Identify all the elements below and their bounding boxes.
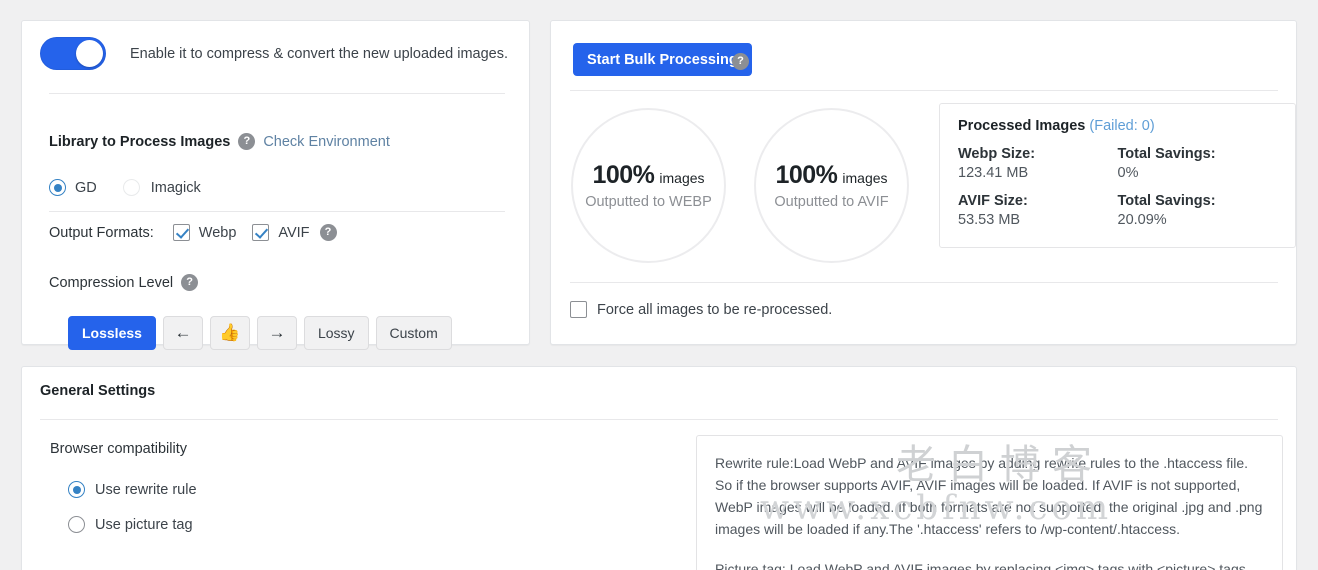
checkbox-webp-label: Webp — [198, 224, 237, 241]
stat-avif-savings-value: 20.09% — [1117, 212, 1167, 228]
library-divider — [49, 211, 505, 212]
rewrite-rule-option[interactable]: Use rewrite rule — [68, 481, 197, 498]
stat-avif-size-key: AVIF Size: — [958, 193, 1028, 209]
stat-avif-size-value: 53.53 MB — [958, 212, 1021, 228]
auto-convert-card: Enable it to compress & convert the new … — [21, 20, 530, 350]
picture-tag-option[interactable]: Use picture tag — [68, 516, 193, 533]
radio-imagick[interactable] — [122, 179, 140, 196]
page-root: Enable it to compress & convert the new … — [0, 0, 1318, 570]
stats-title: Processed Images — [958, 118, 1086, 134]
checkbox-webp[interactable] — [172, 224, 190, 241]
info-picture-tag: Picture tag: Load WebP and AVIF images b… — [715, 561, 1250, 570]
check-environment-link[interactable]: Check Environment — [263, 134, 390, 150]
auto-convert-label: Enable it to compress & convert the new … — [130, 45, 509, 62]
browser-compatibility-title: Browser compatibility — [50, 441, 187, 457]
stat-webp-size-key: Webp Size: — [958, 146, 1036, 162]
bulk-divider-bottom — [570, 282, 1278, 283]
stats-grid: Webp Size: Total Savings: 123.41 MB 0% A… — [958, 146, 1277, 237]
avif-percent: 100% — [775, 161, 838, 189]
browser-compatibility-info: Rewrite rule:Load WebP and AVIF images b… — [696, 435, 1283, 570]
library-help-icon[interactable]: ? — [238, 133, 256, 150]
auto-convert-toggle[interactable] — [40, 37, 106, 70]
radio-use-picture-tag-label: Use picture tag — [95, 516, 193, 533]
arrow-left-icon[interactable]: ← — [162, 316, 203, 350]
stats-failed-count: (Failed: 0) — [1089, 118, 1155, 134]
radio-use-rewrite-rule[interactable] — [68, 481, 85, 498]
webp-caption: Outputted to WEBP — [585, 194, 712, 210]
bulk-help-icon[interactable]: ? — [732, 53, 749, 70]
toggle-knob — [76, 40, 103, 67]
compression-heading-row: Compression Level ? — [49, 274, 199, 291]
compression-button-group: Lossless ← 👍 → Lossy Custom — [68, 316, 452, 350]
progress-donut-avif: 100% images Outputted to AVIF — [754, 108, 909, 263]
checkbox-avif[interactable] — [252, 224, 270, 241]
card-divider — [49, 93, 505, 94]
general-divider — [40, 419, 1278, 420]
library-radio-group: GD Imagick — [49, 179, 201, 196]
thumbs-up-icon[interactable]: 👍 — [209, 316, 250, 350]
bulk-divider-top — [570, 90, 1278, 91]
auto-convert-toggle-row: Enable it to compress & convert the new … — [40, 37, 508, 70]
radio-gd-label: GD — [75, 179, 97, 196]
radio-gd[interactable] — [49, 179, 66, 196]
stat-avif-savings-key: Total Savings: — [1117, 193, 1216, 209]
processed-images-stats: Processed Images (Failed: 0) Webp Size: … — [939, 103, 1296, 248]
compression-help-icon[interactable]: ? — [181, 274, 199, 291]
compression-title: Compression Level — [49, 274, 174, 291]
general-settings-card: General Settings Browser compatibility U… — [21, 366, 1297, 570]
info-rewrite-rule: Rewrite rule:Load WebP and AVIF images b… — [715, 455, 1263, 537]
output-formats-row: Output Formats: Webp AVIF ? — [49, 224, 337, 241]
force-reprocess-row: Force all images to be re-processed. — [570, 301, 832, 318]
compression-lossy-button[interactable]: Lossy — [303, 316, 369, 350]
checkbox-avif-label: AVIF — [278, 224, 310, 241]
bulk-processing-card: Start Bulk Processing ? 100% images Outp… — [550, 20, 1297, 345]
stat-webp-savings-value: 0% — [1117, 165, 1139, 181]
stat-webp-size-value: 123.41 MB — [958, 165, 1029, 181]
stat-webp-savings-key: Total Savings: — [1117, 146, 1216, 162]
avif-caption: Outputted to AVIF — [774, 194, 889, 210]
library-title: Library to Process Images — [49, 133, 231, 150]
avif-unit: images — [842, 170, 888, 186]
library-heading-row: Library to Process Images ? Check Enviro… — [49, 133, 390, 150]
webp-unit: images — [659, 170, 705, 186]
force-reprocess-checkbox[interactable] — [570, 301, 587, 318]
radio-use-picture-tag[interactable] — [68, 516, 85, 533]
output-formats-title: Output Formats: — [49, 224, 154, 241]
compression-lossless-button[interactable]: Lossless — [68, 316, 156, 350]
arrow-right-icon[interactable]: → — [256, 316, 297, 350]
start-bulk-processing-button[interactable]: Start Bulk Processing — [573, 43, 752, 76]
stats-title-row: Processed Images (Failed: 0) — [958, 118, 1277, 134]
general-settings-title: General Settings — [40, 383, 156, 399]
output-formats-help-icon[interactable]: ? — [319, 224, 337, 241]
compression-custom-button[interactable]: Custom — [375, 316, 452, 350]
progress-donut-webp: 100% images Outputted to WEBP — [571, 108, 726, 263]
radio-use-rewrite-rule-label: Use rewrite rule — [95, 481, 197, 498]
webp-percent: 100% — [592, 161, 655, 189]
force-reprocess-label: Force all images to be re-processed. — [597, 301, 833, 318]
progress-donuts: 100% images Outputted to WEBP 100% image… — [571, 108, 909, 263]
radio-imagick-label: Imagick — [150, 179, 201, 196]
